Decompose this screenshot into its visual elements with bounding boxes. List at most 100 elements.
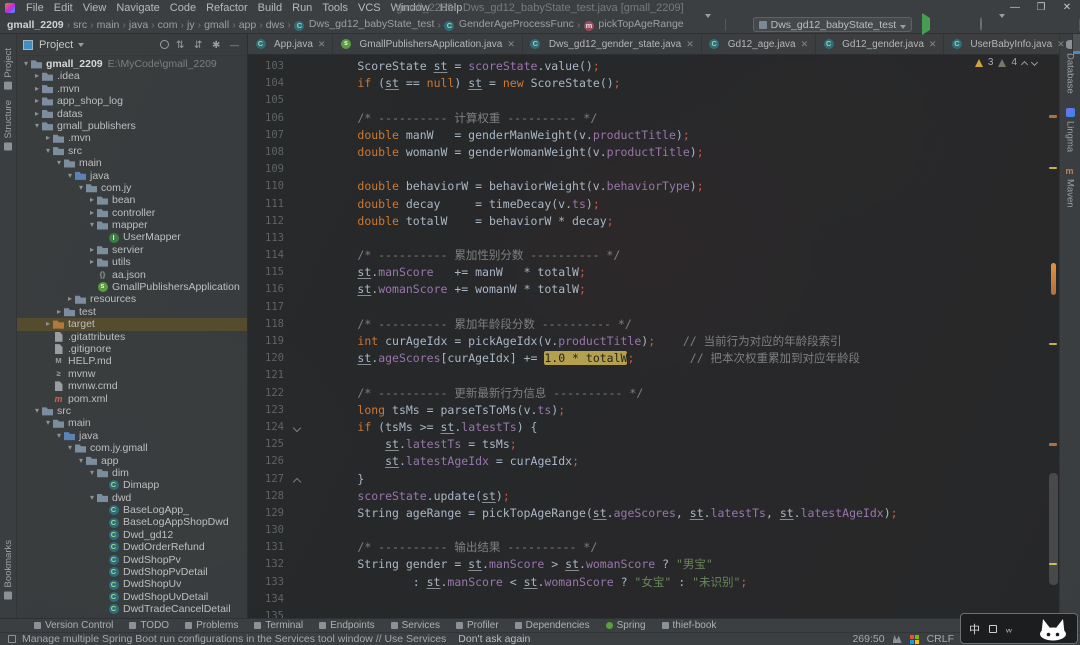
tab-close-icon[interactable]: ✕ — [318, 39, 326, 50]
menu-view[interactable]: View — [78, 2, 112, 14]
close-button[interactable]: ✕ — [1054, 0, 1080, 16]
caret-icon[interactable] — [999, 18, 1012, 31]
tree-item-mvnw-cmd[interactable]: mvnw.cmd — [17, 380, 247, 392]
tree-item-src[interactable]: ▾src — [17, 145, 247, 157]
ime-mode-indicator[interactable]: 中 — [969, 621, 980, 637]
tree-item-mapper[interactable]: ▾mapper — [17, 219, 247, 231]
breadcrumb-item-java[interactable]: java — [128, 19, 149, 31]
inspections-widget[interactable]: 3 4 — [975, 57, 1037, 68]
tree-item-dim[interactable]: ▾dim — [17, 467, 247, 479]
tree-expand-arrow[interactable]: ▸ — [65, 293, 75, 305]
breadcrumb-item-app[interactable]: app — [238, 19, 258, 31]
tree-collapse-arrow[interactable]: ▾ — [21, 58, 31, 70]
collapse-icon[interactable] — [176, 39, 187, 50]
tree-expand-arrow[interactable]: ▸ — [87, 207, 97, 219]
menu-edit[interactable]: Edit — [49, 2, 78, 14]
tree-item-bean[interactable]: ▸bean — [17, 194, 247, 206]
tree-item-dwdshoppvdetail[interactable]: CDwdShopPvDetail — [17, 566, 247, 578]
menu-navigate[interactable]: Navigate — [111, 2, 164, 14]
paw-icon[interactable]: ᵥᵥ — [1006, 624, 1012, 634]
tree-item-dwdorderrefund[interactable]: CDwdOrderRefund — [17, 541, 247, 553]
tree-item-utils[interactable]: ▸utils — [17, 256, 247, 268]
tree-item-java[interactable]: ▾java — [17, 170, 247, 182]
tree-item-resources[interactable]: ▸resources — [17, 293, 247, 305]
line-ending-indicator[interactable]: CRLF — [927, 633, 954, 645]
user-icon[interactable] — [685, 18, 698, 31]
breadcrumb-item-jy[interactable]: jy — [186, 19, 196, 31]
menu-file[interactable]: File — [21, 2, 49, 14]
tree-item-idea[interactable]: ▸.idea — [17, 70, 247, 82]
tree-item-usermapper[interactable]: IUserMapper — [17, 231, 247, 243]
editor-tab-dws-gd12-gender-state-java[interactable]: CDws_gd12_gender_state.java✕ — [523, 34, 702, 54]
tree-item-com-jy-gmall[interactable]: ▾com.jy.gmall — [17, 442, 247, 454]
tree-expand-arrow[interactable]: ▸ — [32, 83, 42, 95]
tab-close-icon[interactable]: ✕ — [686, 39, 694, 50]
caret-position[interactable]: 269:50 — [852, 633, 884, 645]
tree-collapse-arrow[interactable]: ▾ — [65, 170, 75, 182]
tree-expand-arrow[interactable]: ▸ — [32, 70, 42, 82]
menu-code[interactable]: Code — [165, 2, 201, 14]
tree-item-dwd[interactable]: ▾dwd — [17, 492, 247, 504]
tree-collapse-arrow[interactable]: ▾ — [65, 442, 75, 454]
caret-icon[interactable] — [705, 18, 718, 31]
breadcrumb-item-dws-gd12-babystate-test[interactable]: CDws_gd12_babyState_test — [293, 18, 436, 31]
tree-collapse-arrow[interactable]: ▾ — [87, 492, 97, 504]
editor-tab-gd12-age-java[interactable]: CGd12_age.java✕ — [702, 34, 816, 54]
breadcrumb-item-picktopagerange[interactable]: mpickTopAgeRange — [582, 18, 684, 31]
tree-expand-arrow[interactable]: ▸ — [87, 256, 97, 268]
breadcrumb-item-src[interactable]: src — [72, 19, 88, 31]
tree-collapse-arrow[interactable]: ▾ — [76, 182, 86, 194]
tool-button-dependencies[interactable]: Dependencies — [515, 620, 590, 631]
bolt-icon[interactable] — [1019, 18, 1032, 31]
tab-close-icon[interactable]: ✕ — [801, 39, 809, 50]
coverage-icon[interactable] — [959, 18, 972, 31]
menu-window[interactable]: Window — [386, 2, 435, 14]
tool-button-project[interactable]: Project — [3, 48, 14, 90]
project-title[interactable]: Project — [39, 39, 73, 51]
tree-item-pom-xml[interactable]: mpom.xml — [17, 393, 247, 405]
tree-expand-arrow[interactable]: ▸ — [54, 306, 64, 318]
tool-button-lingma[interactable]: Lingma — [1065, 108, 1076, 152]
tool-button-problems[interactable]: Problems — [185, 620, 238, 631]
tree-expand-arrow[interactable]: ▸ — [43, 318, 53, 330]
tree-collapse-arrow[interactable]: ▾ — [32, 120, 42, 132]
maximize-button[interactable]: ❐ — [1028, 0, 1054, 16]
tree-expand-arrow[interactable]: ▸ — [87, 244, 97, 256]
tab-close-icon[interactable]: ✕ — [507, 39, 515, 50]
tree-collapse-arrow[interactable]: ▾ — [87, 219, 97, 231]
tree-collapse-arrow[interactable]: ▾ — [43, 417, 53, 429]
menu-vcs[interactable]: VCS — [353, 2, 386, 14]
run-configuration-select[interactable]: Dws_gd12_babyState_test — [753, 17, 913, 32]
tree-item-gmall-2209[interactable]: ▾gmall_2209E:\MyCode\gmall_2209 — [17, 58, 247, 70]
tree-item-dimapp[interactable]: CDimapp — [17, 479, 247, 491]
tree-item-dwdshoppv[interactable]: CDwdShopPv — [17, 554, 247, 566]
menu-build[interactable]: Build — [253, 2, 287, 14]
breadcrumb-item-com[interactable]: com — [157, 19, 179, 31]
menu-help[interactable]: Help — [435, 2, 468, 14]
tree-item-gmallpublishersapplication[interactable]: sGmallPublishersApplication — [17, 281, 247, 293]
tree-item-target[interactable]: ▸target — [17, 318, 247, 330]
breadcrumb-item-genderageprocessfunc[interactable]: CGenderAgeProcessFunc — [443, 18, 575, 31]
tool-button-maven[interactable]: mMaven — [1065, 166, 1076, 208]
fold-marker[interactable] — [292, 471, 302, 488]
tree-item-aa-json[interactable]: {}aa.json — [17, 269, 247, 281]
hide-icon[interactable] — [230, 39, 241, 50]
breadcrumb-item-gmall[interactable]: gmall — [203, 19, 230, 31]
tool-button-spring[interactable]: Spring — [606, 620, 646, 631]
minimize-button[interactable]: — — [1002, 0, 1028, 16]
bolt-icon[interactable] — [1039, 18, 1052, 31]
tool-button-terminal[interactable]: Terminal — [254, 620, 303, 631]
breadcrumb-item-gmall-2209[interactable]: gmall_2209 — [6, 19, 65, 31]
next-issue-icon[interactable] — [1031, 58, 1038, 65]
tree-item-baselogapp[interactable]: CBaseLogApp_ — [17, 504, 247, 516]
tree-expand-arrow[interactable]: ▸ — [32, 108, 42, 120]
tree-item-controller[interactable]: ▸controller — [17, 207, 247, 219]
chevron-down-icon[interactable] — [78, 43, 84, 47]
tool-button-bookmarks[interactable]: Bookmarks — [3, 540, 14, 600]
gear-icon[interactable] — [212, 39, 223, 50]
tree-item-mvn[interactable]: ▸.mvn — [17, 132, 247, 144]
tree-item-datas[interactable]: ▸datas — [17, 108, 247, 120]
tree-item-baselogappshopdwd[interactable]: CBaseLogAppShopDwd — [17, 516, 247, 528]
tree-item-dwdtradecanceldetail[interactable]: CDwdTradeCancelDetail — [17, 603, 247, 615]
tree-collapse-arrow[interactable]: ▾ — [54, 157, 64, 169]
